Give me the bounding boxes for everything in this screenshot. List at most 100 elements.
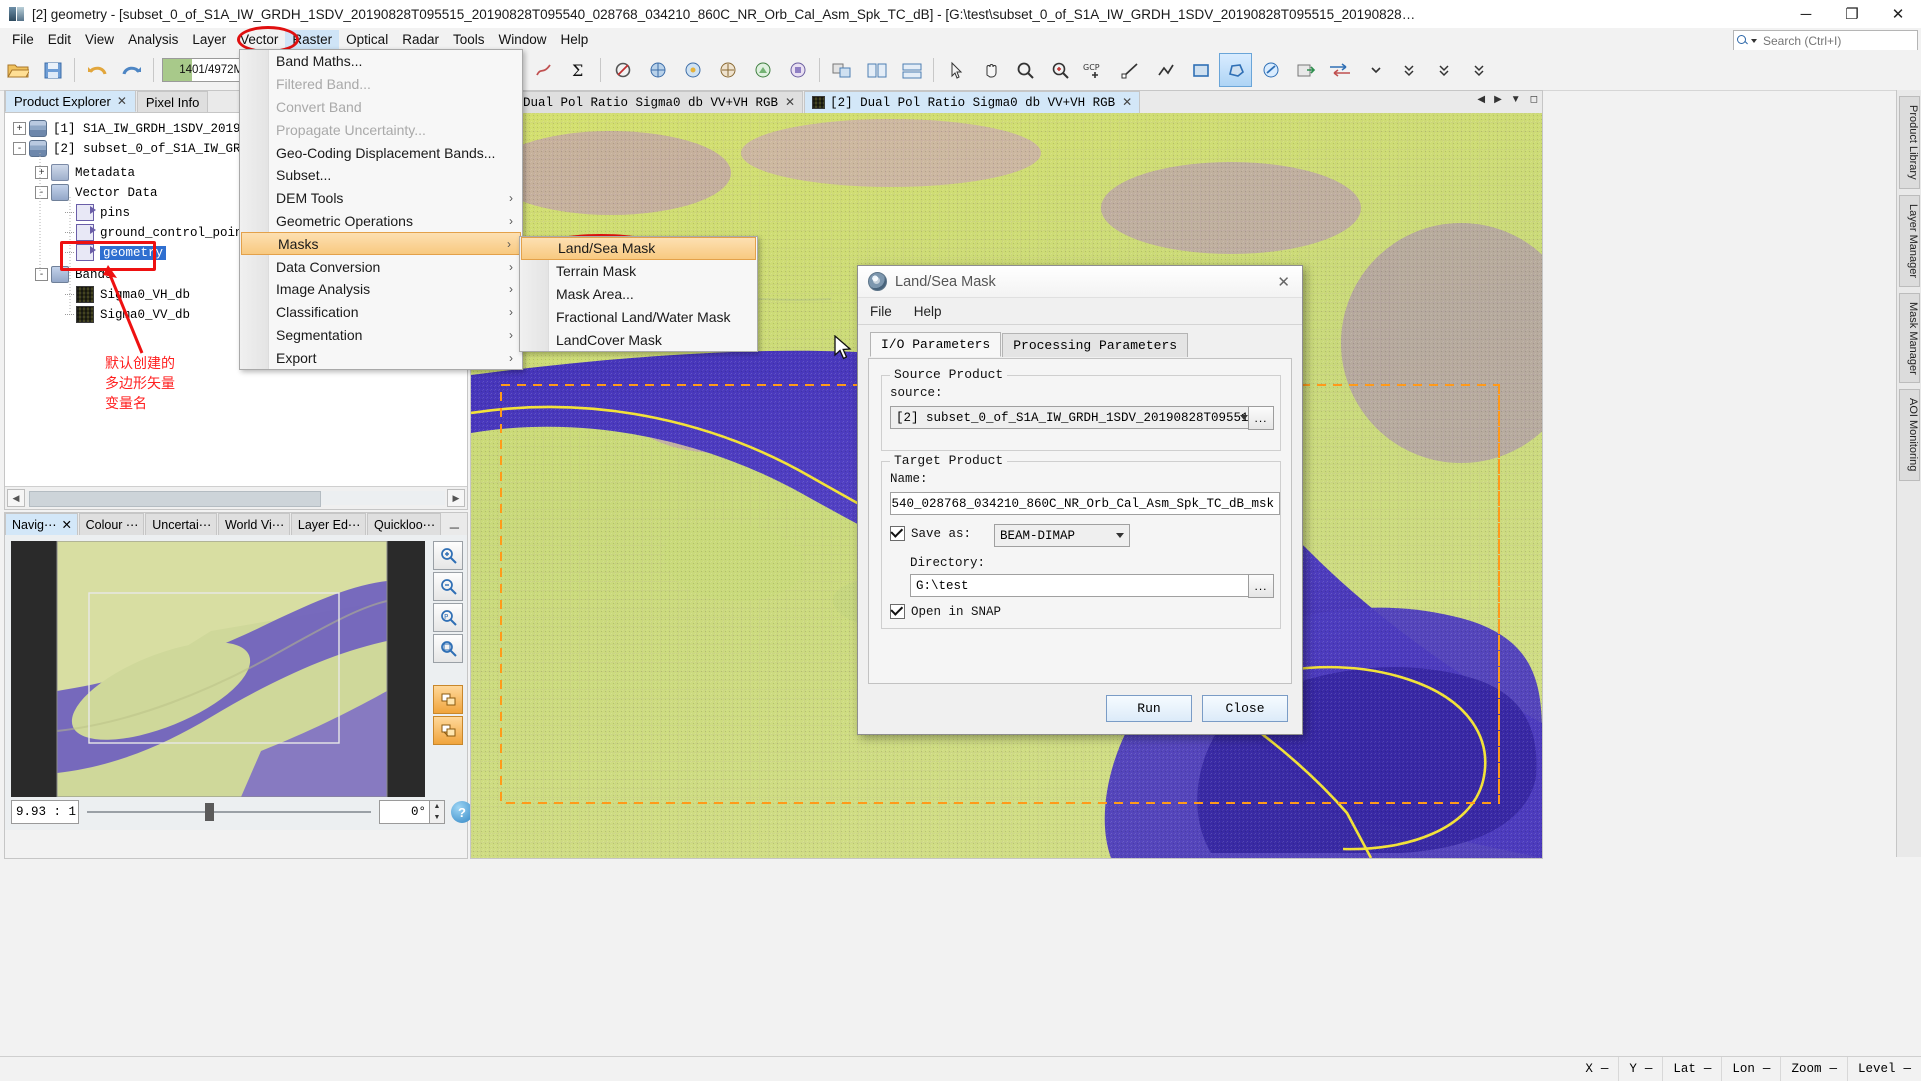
menu-help[interactable]: Help xyxy=(554,30,596,49)
menu-item-geo-coding-displacement-bands[interactable]: Geo-Coding Displacement Bands... xyxy=(240,141,522,164)
tree-item-sigma0-vh-db[interactable]: Sigma0_VH_db xyxy=(65,285,190,304)
rail-tab-layer-manager[interactable]: Layer Manager xyxy=(1899,194,1920,287)
chevron-down-icon[interactable] xyxy=(1240,415,1248,420)
dialog-close-icon[interactable]: ✕ xyxy=(1277,273,1290,291)
chevron-down-icon[interactable] xyxy=(1751,38,1757,43)
tile-vertically-icon[interactable] xyxy=(895,53,928,87)
collapse-icon[interactable]: - xyxy=(35,186,48,199)
gcp-placing-tool-icon[interactable]: GCP xyxy=(1079,53,1112,87)
export-view-icon[interactable] xyxy=(1289,53,1322,87)
tile-horizontally-icon[interactable] xyxy=(860,53,893,87)
sync-cursor-button[interactable] xyxy=(433,716,463,745)
scrollbar-thumb[interactable] xyxy=(29,491,321,507)
menu-optical[interactable]: Optical xyxy=(339,30,395,49)
source-browse-button[interactable]: ... xyxy=(1248,406,1274,430)
scrollbar-track[interactable] xyxy=(27,491,445,507)
stepper-down-icon[interactable]: ▼ xyxy=(430,812,444,823)
navigation-thumbnail[interactable] xyxy=(11,541,425,797)
tree-item-ground-control-points[interactable]: ground_control_points xyxy=(65,223,258,242)
zoom-factor-input[interactable]: 9.93 : 1 xyxy=(11,800,79,824)
submenu-item-mask-area[interactable]: Mask Area... xyxy=(520,283,757,306)
rotation-input[interactable]: 0° xyxy=(379,800,430,824)
menu-item-classification[interactable]: Classification › xyxy=(240,301,522,324)
menu-window[interactable]: Window xyxy=(492,30,554,49)
scroll-left-icon[interactable]: ◀ xyxy=(7,489,25,507)
masks-submenu[interactable]: Land/Sea Mask Terrain Mask Mask Area... … xyxy=(519,236,758,352)
run-button[interactable]: Run xyxy=(1106,695,1192,722)
global-search-box[interactable] xyxy=(1733,30,1918,51)
sync-views-button[interactable] xyxy=(433,685,463,714)
mask-overlay-icon[interactable] xyxy=(781,53,814,87)
rail-tab-product-library[interactable]: Product Library xyxy=(1899,96,1920,189)
menu-file[interactable]: File xyxy=(5,30,41,49)
menu-radar[interactable]: Radar xyxy=(395,30,446,49)
search-input[interactable] xyxy=(1761,32,1905,49)
pin-placing-tool-icon[interactable] xyxy=(1044,53,1077,87)
redo-icon[interactable] xyxy=(115,53,148,87)
menu-item-data-conversion[interactable]: Data Conversion › xyxy=(240,255,522,278)
close-icon[interactable]: ✕ xyxy=(1122,95,1132,110)
collapse-icon[interactable]: - xyxy=(13,142,26,155)
collapse-icon[interactable]: - xyxy=(35,268,48,281)
maximize-button[interactable]: ❐ xyxy=(1829,0,1875,28)
tab-list-icon[interactable]: ▼ xyxy=(1511,94,1521,105)
menu-item-export[interactable]: Export › xyxy=(240,346,522,369)
menu-analysis[interactable]: Analysis xyxy=(121,30,185,49)
zoom-to-pixel-resolution-button[interactable]: P xyxy=(433,603,463,632)
tab-world-view[interactable]: World Vi⋯ xyxy=(217,513,290,535)
menu-item-segmentation[interactable]: Segmentation › xyxy=(240,324,522,347)
menu-item-dem-tools[interactable]: DEM Tools › xyxy=(240,187,522,210)
tab-quicklooks[interactable]: Quickloo⋯ xyxy=(367,513,441,535)
tab-maximize-icon[interactable]: ◻ xyxy=(1530,94,1538,105)
menu-item-geometric-operations[interactable]: Geometric Operations › xyxy=(240,210,522,233)
menu-view[interactable]: View xyxy=(78,30,121,49)
source-product-combobox[interactable]: [2] subset_0_of_S1A_IW_GRDH_1SDV_2019082… xyxy=(890,406,1254,429)
toolbar-overflow-4-icon[interactable] xyxy=(1464,53,1497,87)
undo-icon[interactable] xyxy=(80,53,113,87)
polyline-drawing-tool-icon[interactable] xyxy=(1149,53,1182,87)
tree-item-pins[interactable]: pins xyxy=(65,203,130,222)
polygon-drawing-tool-icon[interactable] xyxy=(1219,53,1252,87)
zoom-slider[interactable] xyxy=(87,801,371,823)
menu-item-image-analysis[interactable]: Image Analysis › xyxy=(240,278,522,301)
magic-wand-tool-icon[interactable] xyxy=(1254,53,1287,87)
pan-tool-icon[interactable] xyxy=(974,53,1007,87)
dialog-menu-file[interactable]: File xyxy=(870,304,892,319)
chevron-down-icon[interactable] xyxy=(1116,533,1124,538)
menu-item-band-maths[interactable]: Band Maths... xyxy=(240,50,522,73)
close-button[interactable]: ✕ xyxy=(1875,0,1921,28)
save-as-checkbox[interactable] xyxy=(890,525,905,541)
menu-layer[interactable]: Layer xyxy=(185,30,233,49)
format-combobox[interactable]: BEAM-DIMAP xyxy=(994,524,1130,547)
close-icon[interactable]: ✕ xyxy=(61,517,71,532)
expand-icon[interactable]: + xyxy=(35,166,48,179)
gcp-overlay-icon[interactable] xyxy=(711,53,744,87)
selection-tool-icon[interactable] xyxy=(939,53,972,87)
zoom-in-button[interactable] xyxy=(433,541,463,570)
graticule-overlay-icon[interactable] xyxy=(641,53,674,87)
submenu-item-landcover-mask[interactable]: LandCover Mask xyxy=(520,328,757,351)
minimize-button[interactable]: ─ xyxy=(1783,0,1829,28)
target-name-input[interactable]: _20190828T095540_028768_034210_860C_NR_O… xyxy=(890,492,1280,515)
zoom-to-all-button[interactable] xyxy=(433,634,463,663)
tab-colour-manipulation[interactable]: Colour ⋯ xyxy=(78,513,145,535)
tab-navigation[interactable]: Navig⋯ ✕ xyxy=(5,513,78,535)
dialog-tab-io-parameters[interactable]: I/O Parameters xyxy=(870,332,1002,357)
tab-layer-editor[interactable]: Layer Ed⋯ xyxy=(290,513,367,535)
tab-scroll-left-icon[interactable]: ◀ xyxy=(1477,94,1485,105)
save-product-icon[interactable] xyxy=(36,53,69,87)
tab-scroll-right-icon[interactable]: ▶ xyxy=(1494,94,1502,105)
tab-pixel-info[interactable]: Pixel Info xyxy=(136,91,209,112)
slider-handle[interactable] xyxy=(205,803,214,821)
open-rgb-window-icon[interactable] xyxy=(825,53,858,87)
sum-icon[interactable]: Σ xyxy=(562,53,595,87)
land-sea-mask-dialog[interactable]: Land/Sea Mask ✕ File Help I/O Parameters… xyxy=(857,265,1303,735)
submenu-item-land-sea-mask[interactable]: Land/Sea Mask xyxy=(521,237,756,260)
rectangle-drawing-tool-icon[interactable] xyxy=(1184,53,1217,87)
open-product-icon[interactable] xyxy=(1,53,34,87)
sync-views-icon[interactable] xyxy=(1324,53,1357,87)
dialog-close-button[interactable]: Close xyxy=(1202,695,1288,722)
tree-item-metadata[interactable]: + Metadata xyxy=(35,163,135,182)
geometry-overlay-icon[interactable] xyxy=(746,53,779,87)
directory-input[interactable]: G:\test xyxy=(910,574,1256,597)
